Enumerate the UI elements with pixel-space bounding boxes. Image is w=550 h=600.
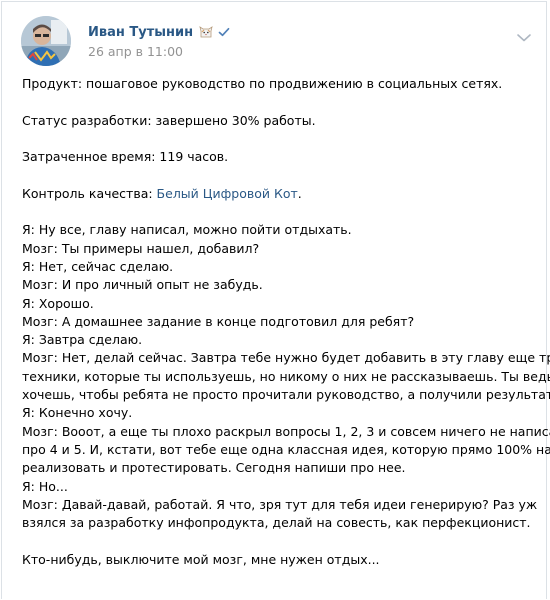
dialogue-line: хочешь, чтобы ребята не просто прочитали… <box>22 387 550 403</box>
post-date[interactable]: 26 апр в 11:00 <box>88 44 183 59</box>
line-closing: Кто-нибудь, выключите мой мозг, мне нуже… <box>22 551 380 567</box>
qc-mention-link[interactable]: Белый Цифровой Кот <box>157 186 298 201</box>
dialogue-line: Мозг: Нет, делай сейчас. Завтра тебе нуж… <box>22 350 550 366</box>
dialogue-line: Я: Завтра сделаю. <box>22 332 143 348</box>
post-text: Продукт: пошаговое руководство по продви… <box>22 75 550 569</box>
post-card: Иван Тутынин 26 апр в 11:00 Продукт: пош… <box>1 1 550 599</box>
avatar-photo <box>21 16 71 66</box>
line-time-spent: Затраченное время: 119 часов. <box>22 149 229 165</box>
dialogue-line: реализовать и протестировать. Сегодня на… <box>22 460 406 476</box>
line-quality-control: Контроль качества: Белый Цифровой Кот. <box>22 185 542 203</box>
checkmark-icon <box>218 26 230 42</box>
dialogue-line: Мозг: Ты примеры нашел, добавил? <box>22 240 260 256</box>
qc-prefix: Контроль качества: <box>22 185 157 201</box>
dialogue-line: Я: Хорошо. <box>22 295 94 311</box>
author-name-text[interactable]: Иван Тутынин <box>88 25 193 40</box>
line-status: Статус разработки: завершено 30% работы. <box>22 112 316 128</box>
chevron-down-icon[interactable] <box>516 28 532 42</box>
dialogue-line: Мозг: Давай-давай, работай. Я что, зря т… <box>22 496 538 512</box>
qc-suffix: . <box>297 185 302 201</box>
dialogue-line: Я: Нет, сейчас сделаю. <box>22 258 174 274</box>
avatar[interactable] <box>21 16 71 66</box>
dialogue-line: Мозг: И про личный опыт не забудь. <box>22 277 263 293</box>
cat-emoji-icon <box>198 24 214 42</box>
dialogue-line: Я: Но... <box>22 478 68 494</box>
dialogue-line: Мозг: Вооот, а еще ты плохо раскрыл вопр… <box>22 423 550 439</box>
author-name[interactable]: Иван Тутынин <box>88 24 230 42</box>
line-product: Продукт: пошаговое руководство по продви… <box>22 76 503 91</box>
dialogue-line: Мозг: А домашнее задание в конце подгото… <box>22 313 415 329</box>
dialogue-line: Я: Ну все, главу написал, можно пойти от… <box>22 222 352 238</box>
dialogue-line: взялся за разработку инфопродукта, делай… <box>22 515 531 531</box>
dialogue-line: про 4 и 5. И, кстати, вот тебе еще одна … <box>22 441 550 457</box>
dialogue-line: техники, которые ты используешь, но нико… <box>22 368 550 384</box>
dialogue-line: Я: Конечно хочу. <box>22 405 133 421</box>
